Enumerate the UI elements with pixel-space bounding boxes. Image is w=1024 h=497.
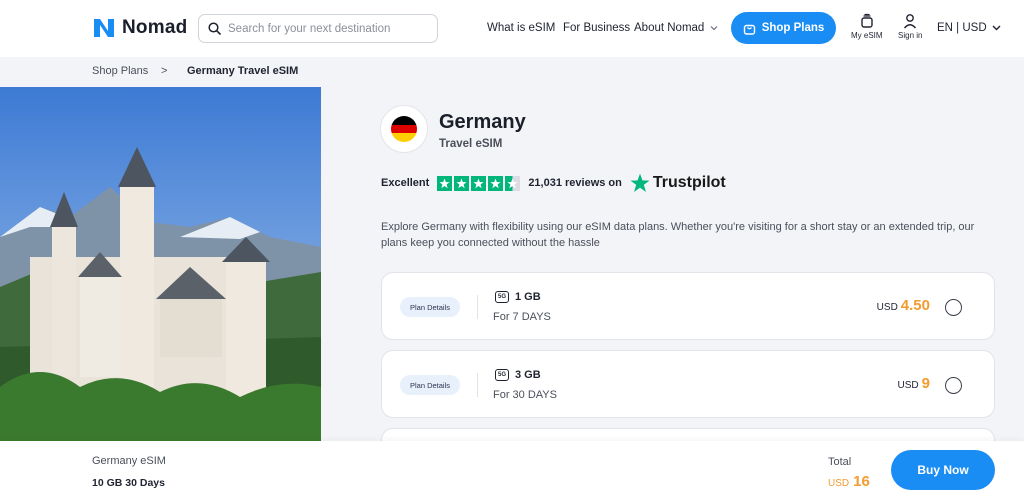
breadcrumb-separator: > <box>161 65 168 77</box>
country-flag-badge <box>380 105 428 153</box>
trustpilot-label: Trustpilot <box>652 174 726 191</box>
search-input[interactable] <box>228 22 428 35</box>
total-currency: USD <box>828 478 850 489</box>
plan-card[interactable]: Plan Details 5G 1 GB For 7 DAYS USD 4.50 <box>381 272 995 340</box>
nav-for-business[interactable]: For Business <box>563 22 630 34</box>
trustpilot-rating[interactable]: Excellent 21,031 reviews on Trustpilot <box>381 173 726 193</box>
shop-plans-label: Shop Plans <box>761 22 825 34</box>
top-header: Nomad What is eSIM For Business About No… <box>0 0 1024 57</box>
plan-price: USD 4.50 <box>877 297 930 314</box>
plan-price: USD 9 <box>898 375 930 392</box>
plan-details-button[interactable]: Plan Details <box>400 297 461 317</box>
germany-flag-icon <box>391 116 417 142</box>
my-esim-label: My eSIM <box>851 31 883 40</box>
star-icon <box>437 175 453 191</box>
language-currency-selector[interactable]: EN | USD <box>937 22 1001 34</box>
search-icon <box>208 22 221 35</box>
sign-in-button[interactable]: Sign in <box>898 13 922 40</box>
5g-icon: 5G <box>495 369 509 381</box>
order-summary-bar: Germany eSIM 10 GB 30 Days Total USD 16 … <box>0 441 1024 497</box>
trustpilot-logo[interactable]: Trustpilot <box>630 173 726 193</box>
total-price: USD 16 <box>828 473 870 490</box>
hero-image <box>0 87 321 441</box>
star-icon <box>471 175 487 191</box>
divider <box>477 373 478 397</box>
nav-what-is-esim[interactable]: What is eSIM <box>487 22 555 34</box>
plan-radio-button[interactable] <box>945 377 962 394</box>
plan-currency: USD <box>897 380 919 391</box>
product-description: Explore Germany with flexibility using o… <box>381 221 975 249</box>
nav-about-dropdown[interactable]: About Nomad <box>634 22 718 34</box>
rating-stars <box>437 175 521 191</box>
divider <box>477 295 478 319</box>
breadcrumb-shop-plans[interactable]: Shop Plans <box>92 65 148 77</box>
summary-product-name: Germany eSIM <box>92 455 166 467</box>
user-icon <box>904 14 917 29</box>
plan-radio-button[interactable] <box>945 299 962 316</box>
breadcrumb: Shop Plans > Germany Travel eSIM <box>0 57 1024 87</box>
nav-about-label: About Nomad <box>634 22 705 34</box>
plan-amount: 9 <box>921 375 930 392</box>
nomad-logo-icon <box>94 19 114 37</box>
sign-in-label: Sign in <box>898 31 923 40</box>
review-count: 21,031 reviews on <box>528 177 622 189</box>
star-icon <box>454 175 470 191</box>
plan-duration: For 7 DAYS <box>493 311 551 323</box>
plan-data-amount: 1 GB <box>515 291 541 303</box>
chevron-down-icon <box>710 26 718 31</box>
page-title: Germany <box>439 111 526 133</box>
page-subtitle: Travel eSIM <box>439 138 503 150</box>
rating-label: Excellent <box>381 177 430 189</box>
nomad-logo[interactable]: Nomad <box>92 17 187 39</box>
lang-currency-label: EN | USD <box>937 22 987 34</box>
total-amount: 16 <box>853 473 870 490</box>
castle-landscape-image <box>0 87 321 441</box>
esim-card-icon <box>861 13 873 28</box>
chevron-down-icon <box>992 25 1001 31</box>
my-esim-button[interactable]: My eSIM <box>851 13 883 40</box>
half-star-icon <box>505 175 521 191</box>
trustpilot-star-icon <box>630 173 650 192</box>
shop-bag-icon <box>743 24 755 35</box>
plan-currency: USD <box>876 302 898 313</box>
brand-name: Nomad <box>122 17 188 38</box>
plan-duration: For 30 DAYS <box>493 389 557 401</box>
breadcrumb-current: Germany Travel eSIM <box>187 65 299 77</box>
shop-plans-button[interactable]: Shop Plans <box>731 12 836 44</box>
plan-data-amount: 3 GB <box>515 369 541 381</box>
plan-details-button[interactable]: Plan Details <box>400 375 461 395</box>
plan-card[interactable]: Plan Details 5G 3 GB For 30 DAYS USD 9 <box>381 350 995 418</box>
total-label: Total <box>828 456 852 468</box>
summary-plan: 10 GB 30 Days <box>92 477 165 489</box>
buy-now-button[interactable]: Buy Now <box>891 450 995 490</box>
5g-icon: 5G <box>495 291 509 303</box>
search-box[interactable] <box>198 14 438 43</box>
star-icon <box>488 175 504 191</box>
plan-amount: 4.50 <box>900 297 930 314</box>
